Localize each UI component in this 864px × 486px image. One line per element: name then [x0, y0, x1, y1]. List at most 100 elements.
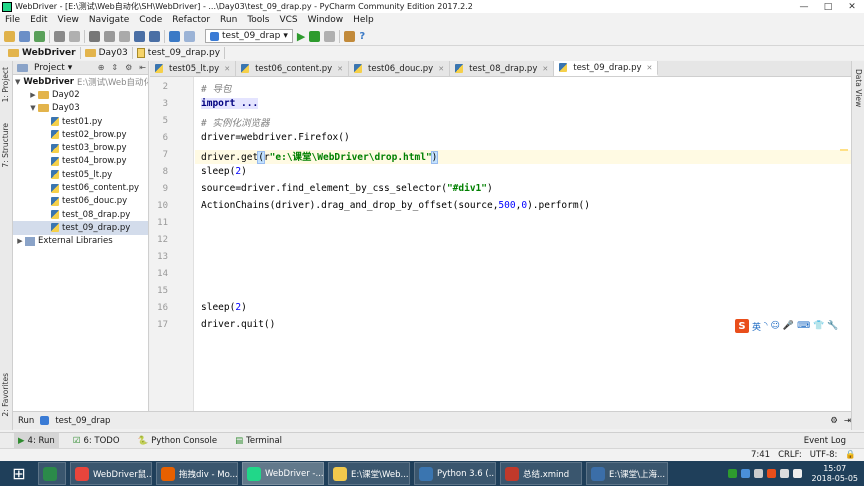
breadcrumb-project[interactable]: WebDriver: [4, 47, 81, 59]
editor-tab[interactable]: test06_content.py ✕: [236, 61, 350, 76]
tree-item[interactable]: test_09_drap.py: [13, 221, 148, 235]
code-line[interactable]: # 导包: [201, 81, 231, 95]
taskbar-item[interactable]: E:\课堂\上海...: [586, 462, 668, 485]
tray-ime-icon[interactable]: [766, 469, 776, 478]
punctuation-icon[interactable]: ◝: [764, 321, 768, 331]
tools-icon[interactable]: 🔧: [827, 321, 838, 331]
close-tab-icon[interactable]: ✕: [542, 65, 548, 73]
favorites-tool-tab[interactable]: 2: Favorites: [1, 373, 10, 417]
editor-tab[interactable]: test_09_drap.py ✕: [554, 61, 659, 76]
paste-icon[interactable]: [119, 30, 130, 42]
editor-tab[interactable]: test_08_drap.py ✕: [450, 61, 555, 76]
menu-window[interactable]: Window: [303, 15, 349, 25]
close-tab-icon[interactable]: ✕: [438, 65, 444, 73]
undo-icon[interactable]: [54, 30, 65, 42]
tree-item[interactable]: ▼ Day03: [13, 102, 148, 115]
taskbar-item[interactable]: 总结.xmind: [500, 462, 582, 485]
menu-file[interactable]: File: [0, 15, 25, 25]
taskbar-item[interactable]: [38, 462, 66, 485]
hide-panel-icon[interactable]: ⇥: [844, 416, 851, 426]
tree-item[interactable]: test06_content.py: [13, 181, 148, 194]
save-all-icon[interactable]: [19, 30, 30, 42]
code-editor[interactable]: 2 3 5 6 7 8 9 10 11 12 13 14 15 16 17 # 导包 import ... # …: [150, 77, 851, 411]
menu-refactor[interactable]: Refactor: [167, 15, 215, 25]
scroll-marker[interactable]: [840, 149, 848, 151]
chevron-right-icon[interactable]: ▶: [15, 237, 25, 245]
tray-app-icon[interactable]: [727, 469, 737, 478]
chevron-down-icon[interactable]: ▼: [15, 78, 20, 86]
collapse-icon[interactable]: ⇕: [109, 63, 120, 72]
run-icon[interactable]: ▶: [297, 30, 305, 43]
editor-tab[interactable]: test06_douc.py ✕: [349, 61, 451, 76]
editor-tab[interactable]: test05_lt.py ✕: [150, 61, 237, 76]
sync-icon[interactable]: [34, 30, 45, 42]
menu-code[interactable]: Code: [134, 15, 167, 25]
tray-app-icon[interactable]: [753, 469, 763, 478]
project-tool-tab[interactable]: 1: Project: [1, 67, 10, 102]
cursor-position[interactable]: 7:41: [751, 450, 770, 460]
microphone-icon[interactable]: 🎤: [783, 321, 794, 331]
menu-tools[interactable]: Tools: [242, 15, 274, 25]
tree-item[interactable]: test01.py: [13, 115, 148, 128]
windows-start-icon[interactable]: ⊞: [0, 461, 38, 486]
target-icon[interactable]: ⊕: [96, 63, 107, 72]
code-line[interactable]: sleep(2): [201, 166, 247, 177]
network-icon[interactable]: [779, 469, 789, 478]
menu-help[interactable]: Help: [348, 15, 379, 25]
maximize-button[interactable]: □: [816, 2, 840, 12]
tree-item[interactable]: test03_brow.py: [13, 141, 148, 154]
bottom-tab[interactable]: 🐍 Python Console: [134, 433, 222, 448]
close-button[interactable]: ✕: [840, 2, 864, 12]
data-view-tool-tab[interactable]: Data View: [854, 69, 863, 107]
tree-item[interactable]: test06_douc.py: [13, 195, 148, 208]
project-panel-title[interactable]: Project: [34, 63, 65, 73]
menu-vcs[interactable]: VCS: [274, 15, 302, 25]
help-icon[interactable]: ?: [359, 31, 365, 42]
gear-icon[interactable]: ⚙: [123, 63, 134, 72]
code-line[interactable]: ActionChains(driver).drag_and_drop_by_of…: [201, 200, 590, 211]
close-tab-icon[interactable]: ✕: [224, 65, 230, 73]
menu-run[interactable]: Run: [215, 15, 242, 25]
menu-navigate[interactable]: Navigate: [84, 15, 134, 25]
bottom-tab[interactable]: ☑ 6: TODO: [69, 433, 124, 448]
chevron-right-icon[interactable]: ▶: [28, 91, 38, 99]
skin-icon[interactable]: 👕: [813, 321, 824, 331]
menu-edit[interactable]: Edit: [25, 15, 52, 25]
breadcrumb-folder[interactable]: Day03: [81, 47, 133, 59]
code-line[interactable]: driver.quit(): [201, 319, 275, 330]
settings-icon[interactable]: [344, 30, 356, 42]
taskbar-item[interactable]: E:\课堂\Web...: [328, 462, 410, 485]
find-icon[interactable]: [134, 30, 145, 42]
tree-item[interactable]: test04_brow.py: [13, 155, 148, 168]
forward-icon[interactable]: [184, 30, 195, 42]
chevron-down-icon[interactable]: ▾: [68, 63, 73, 73]
tree-item[interactable]: test05_lt.py: [13, 168, 148, 181]
debug-icon[interactable]: [309, 30, 321, 42]
taskbar-item[interactable]: WebDriver鼠...: [70, 462, 152, 485]
sogou-logo[interactable]: S: [735, 319, 749, 333]
structure-tool-tab[interactable]: 7: Structure: [1, 123, 10, 168]
code-line[interactable]: driver=webdriver.Firefox(): [201, 132, 350, 143]
close-tab-icon[interactable]: ✕: [647, 64, 653, 72]
lock-icon[interactable]: 🔒: [845, 450, 856, 460]
keyboard-icon[interactable]: ⌨: [797, 321, 810, 331]
menu-view[interactable]: View: [53, 15, 84, 25]
tree-item[interactable]: ▶ Day02: [13, 88, 148, 101]
chevron-down-icon[interactable]: ▼: [28, 104, 38, 112]
taskbar-item[interactable]: 拖拽div - Mo...: [156, 462, 238, 485]
bottom-tab[interactable]: ▤ Terminal: [231, 433, 286, 448]
back-icon[interactable]: [169, 30, 180, 42]
copy-icon[interactable]: [104, 30, 115, 42]
replace-icon[interactable]: [149, 30, 160, 42]
open-folder-icon[interactable]: [4, 30, 15, 42]
redo-icon[interactable]: [69, 30, 80, 42]
tree-item[interactable]: ▶ External Libraries: [13, 235, 148, 248]
run-panel-config[interactable]: test_09_drap: [55, 416, 110, 426]
code-line[interactable]: import ...: [201, 98, 259, 109]
run-config-select[interactable]: test_09_drap ▾: [205, 29, 293, 43]
volume-icon[interactable]: [792, 469, 802, 478]
tray-app-icon[interactable]: [740, 469, 750, 478]
minimize-button[interactable]: —: [792, 2, 816, 12]
code-line[interactable]: sleep(2): [201, 302, 247, 313]
breadcrumb-file[interactable]: test_09_drap.py: [133, 47, 226, 59]
